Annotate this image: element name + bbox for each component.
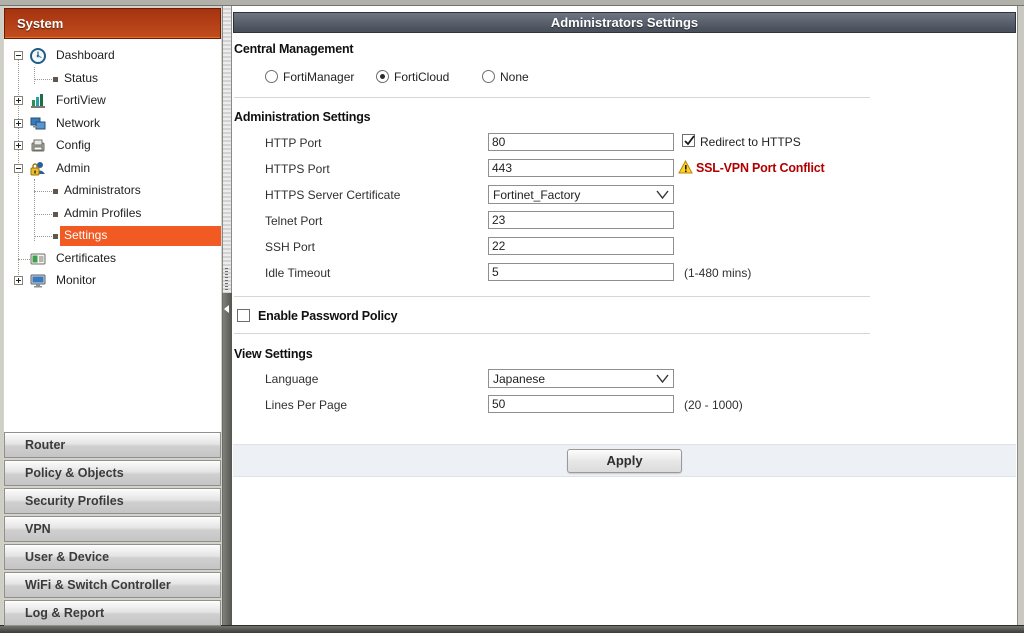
sidebar: System Dashboard Status bbox=[3, 6, 222, 625]
splitter-grip[interactable] bbox=[225, 268, 228, 290]
sidebar-section-policy-objects[interactable]: Policy & Objects bbox=[4, 460, 221, 486]
idle-timeout-hint: (1-480 mins) bbox=[684, 266, 751, 280]
https-cert-label: HTTPS Server Certificate bbox=[265, 188, 400, 202]
sidebar-item-label: Admin Profiles bbox=[64, 206, 141, 220]
language-label: Language bbox=[265, 372, 318, 386]
ssh-port-input[interactable] bbox=[488, 237, 674, 255]
sidebar-section-router[interactable]: Router bbox=[4, 432, 221, 458]
window-right-edge bbox=[1017, 6, 1024, 625]
sidebar-item-label: FortiView bbox=[56, 93, 106, 107]
radio-fortimanager[interactable] bbox=[265, 70, 278, 83]
password-policy-checkbox[interactable] bbox=[237, 309, 250, 322]
sidebar-section-log-report[interactable]: Log & Report bbox=[4, 600, 221, 626]
sidebar-item-label: Settings bbox=[64, 228, 107, 242]
app-window: System Dashboard Status bbox=[0, 0, 1024, 633]
lines-per-page-hint: (20 - 1000) bbox=[684, 398, 743, 412]
section-divider bbox=[234, 97, 870, 98]
admin-icon bbox=[30, 161, 46, 177]
bullet-icon bbox=[53, 234, 58, 239]
sidebar-item-label: Config bbox=[56, 138, 91, 152]
radio-label[interactable]: None bbox=[500, 70, 529, 84]
http-port-label: HTTP Port bbox=[265, 136, 321, 150]
lines-per-page-input[interactable] bbox=[488, 395, 674, 413]
sidebar-section-security-profiles[interactable]: Security Profiles bbox=[4, 488, 221, 514]
telnet-port-input[interactable] bbox=[488, 211, 674, 229]
bullet-icon bbox=[53, 77, 58, 82]
https-port-input[interactable] bbox=[488, 159, 674, 177]
apply-button[interactable]: Apply bbox=[567, 449, 682, 473]
redirect-https-label[interactable]: Redirect to HTTPS bbox=[700, 135, 801, 149]
monitor-icon bbox=[30, 273, 46, 289]
radio-label[interactable]: FortiCloud bbox=[394, 70, 449, 84]
sidebar-item-status[interactable]: Status bbox=[4, 68, 221, 91]
sidebar-section-vpn[interactable]: VPN bbox=[4, 516, 221, 542]
sidebar-item-label: Status bbox=[64, 71, 98, 85]
sidebar-item-label: Certificates bbox=[56, 251, 116, 265]
page-title: Administrators Settings bbox=[233, 12, 1016, 33]
redirect-https-checkbox[interactable] bbox=[682, 134, 695, 147]
password-policy-label[interactable]: Enable Password Policy bbox=[258, 309, 397, 323]
language-select[interactable]: Japanese bbox=[488, 369, 674, 388]
radio-forticloud[interactable] bbox=[376, 70, 389, 83]
idle-timeout-input[interactable] bbox=[488, 263, 674, 281]
sidebar-item-label: Admin bbox=[56, 161, 90, 175]
sidebar-item-label: Administrators bbox=[64, 183, 141, 197]
http-port-input[interactable] bbox=[488, 133, 674, 151]
expand-plus-icon[interactable] bbox=[14, 119, 23, 128]
https-port-label: HTTPS Port bbox=[265, 162, 330, 176]
sidebar-item-monitor[interactable]: Monitor bbox=[4, 270, 221, 293]
content-panel: Administrators Settings Central Manageme… bbox=[232, 6, 1017, 625]
expand-plus-icon[interactable] bbox=[14, 96, 23, 105]
sidebar-item-admin[interactable]: Admin bbox=[4, 158, 221, 181]
warning-triangle-icon bbox=[678, 160, 693, 179]
collapse-minus-icon[interactable] bbox=[14, 164, 23, 173]
config-icon bbox=[30, 138, 46, 154]
navigation-tree: Dashboard Status FortiView bbox=[4, 39, 221, 432]
chevron-down-icon bbox=[656, 374, 669, 384]
radio-none[interactable] bbox=[482, 70, 495, 83]
collapse-minus-icon[interactable] bbox=[14, 51, 23, 60]
idle-timeout-label: Idle Timeout bbox=[265, 266, 330, 280]
apply-button-row: Apply bbox=[233, 444, 1016, 477]
telnet-port-label: Telnet Port bbox=[265, 214, 322, 228]
sidebar-item-dashboard[interactable]: Dashboard bbox=[4, 45, 221, 68]
section-divider bbox=[234, 296, 870, 297]
expand-plus-icon[interactable] bbox=[14, 276, 23, 285]
radio-label[interactable]: FortiManager bbox=[283, 70, 354, 84]
ssh-port-label: SSH Port bbox=[265, 240, 315, 254]
sidebar-item-admin-profiles[interactable]: Admin Profiles bbox=[4, 203, 221, 226]
sidebar-item-certificates[interactable]: Certificates bbox=[4, 248, 221, 271]
sidebar-item-administrators[interactable]: Administrators bbox=[4, 180, 221, 203]
sidebar-item-config[interactable]: Config bbox=[4, 135, 221, 158]
collapse-panel-arrow-icon[interactable] bbox=[224, 305, 229, 313]
https-cert-select[interactable]: Fortinet_Factory bbox=[488, 185, 674, 204]
chevron-down-icon bbox=[656, 190, 669, 200]
sidebar-item-fortiview[interactable]: FortiView bbox=[4, 90, 221, 113]
section-divider bbox=[234, 333, 870, 334]
fortiview-icon bbox=[30, 93, 46, 109]
sidebar-item-settings[interactable]: Settings bbox=[4, 225, 221, 248]
sidebar-section-wifi-switch[interactable]: WiFi & Switch Controller bbox=[4, 572, 221, 598]
sidebar-item-label: Dashboard bbox=[56, 48, 115, 62]
sidebar-section-system[interactable]: System bbox=[4, 8, 221, 39]
section-heading-administration: Administration Settings bbox=[234, 110, 370, 124]
panel-splitter[interactable] bbox=[222, 6, 232, 625]
dashboard-icon bbox=[30, 48, 46, 64]
sidebar-item-label: Network bbox=[56, 116, 100, 130]
checkmark-icon bbox=[683, 135, 696, 148]
bullet-icon bbox=[53, 212, 58, 217]
sidebar-item-network[interactable]: Network bbox=[4, 113, 221, 136]
certificates-icon bbox=[30, 251, 46, 267]
ssl-vpn-conflict-warning: SSL-VPN Port Conflict bbox=[696, 161, 824, 175]
sidebar-item-label: Monitor bbox=[56, 273, 96, 287]
section-heading-view-settings: View Settings bbox=[234, 347, 312, 361]
section-heading-central-management: Central Management bbox=[234, 42, 353, 56]
expand-plus-icon[interactable] bbox=[14, 141, 23, 150]
sidebar-sections: Router Policy & Objects Security Profile… bbox=[4, 432, 221, 628]
bullet-icon bbox=[53, 189, 58, 194]
lines-per-page-label: Lines Per Page bbox=[265, 398, 347, 412]
sidebar-section-user-device[interactable]: User & Device bbox=[4, 544, 221, 570]
network-icon bbox=[30, 116, 46, 132]
